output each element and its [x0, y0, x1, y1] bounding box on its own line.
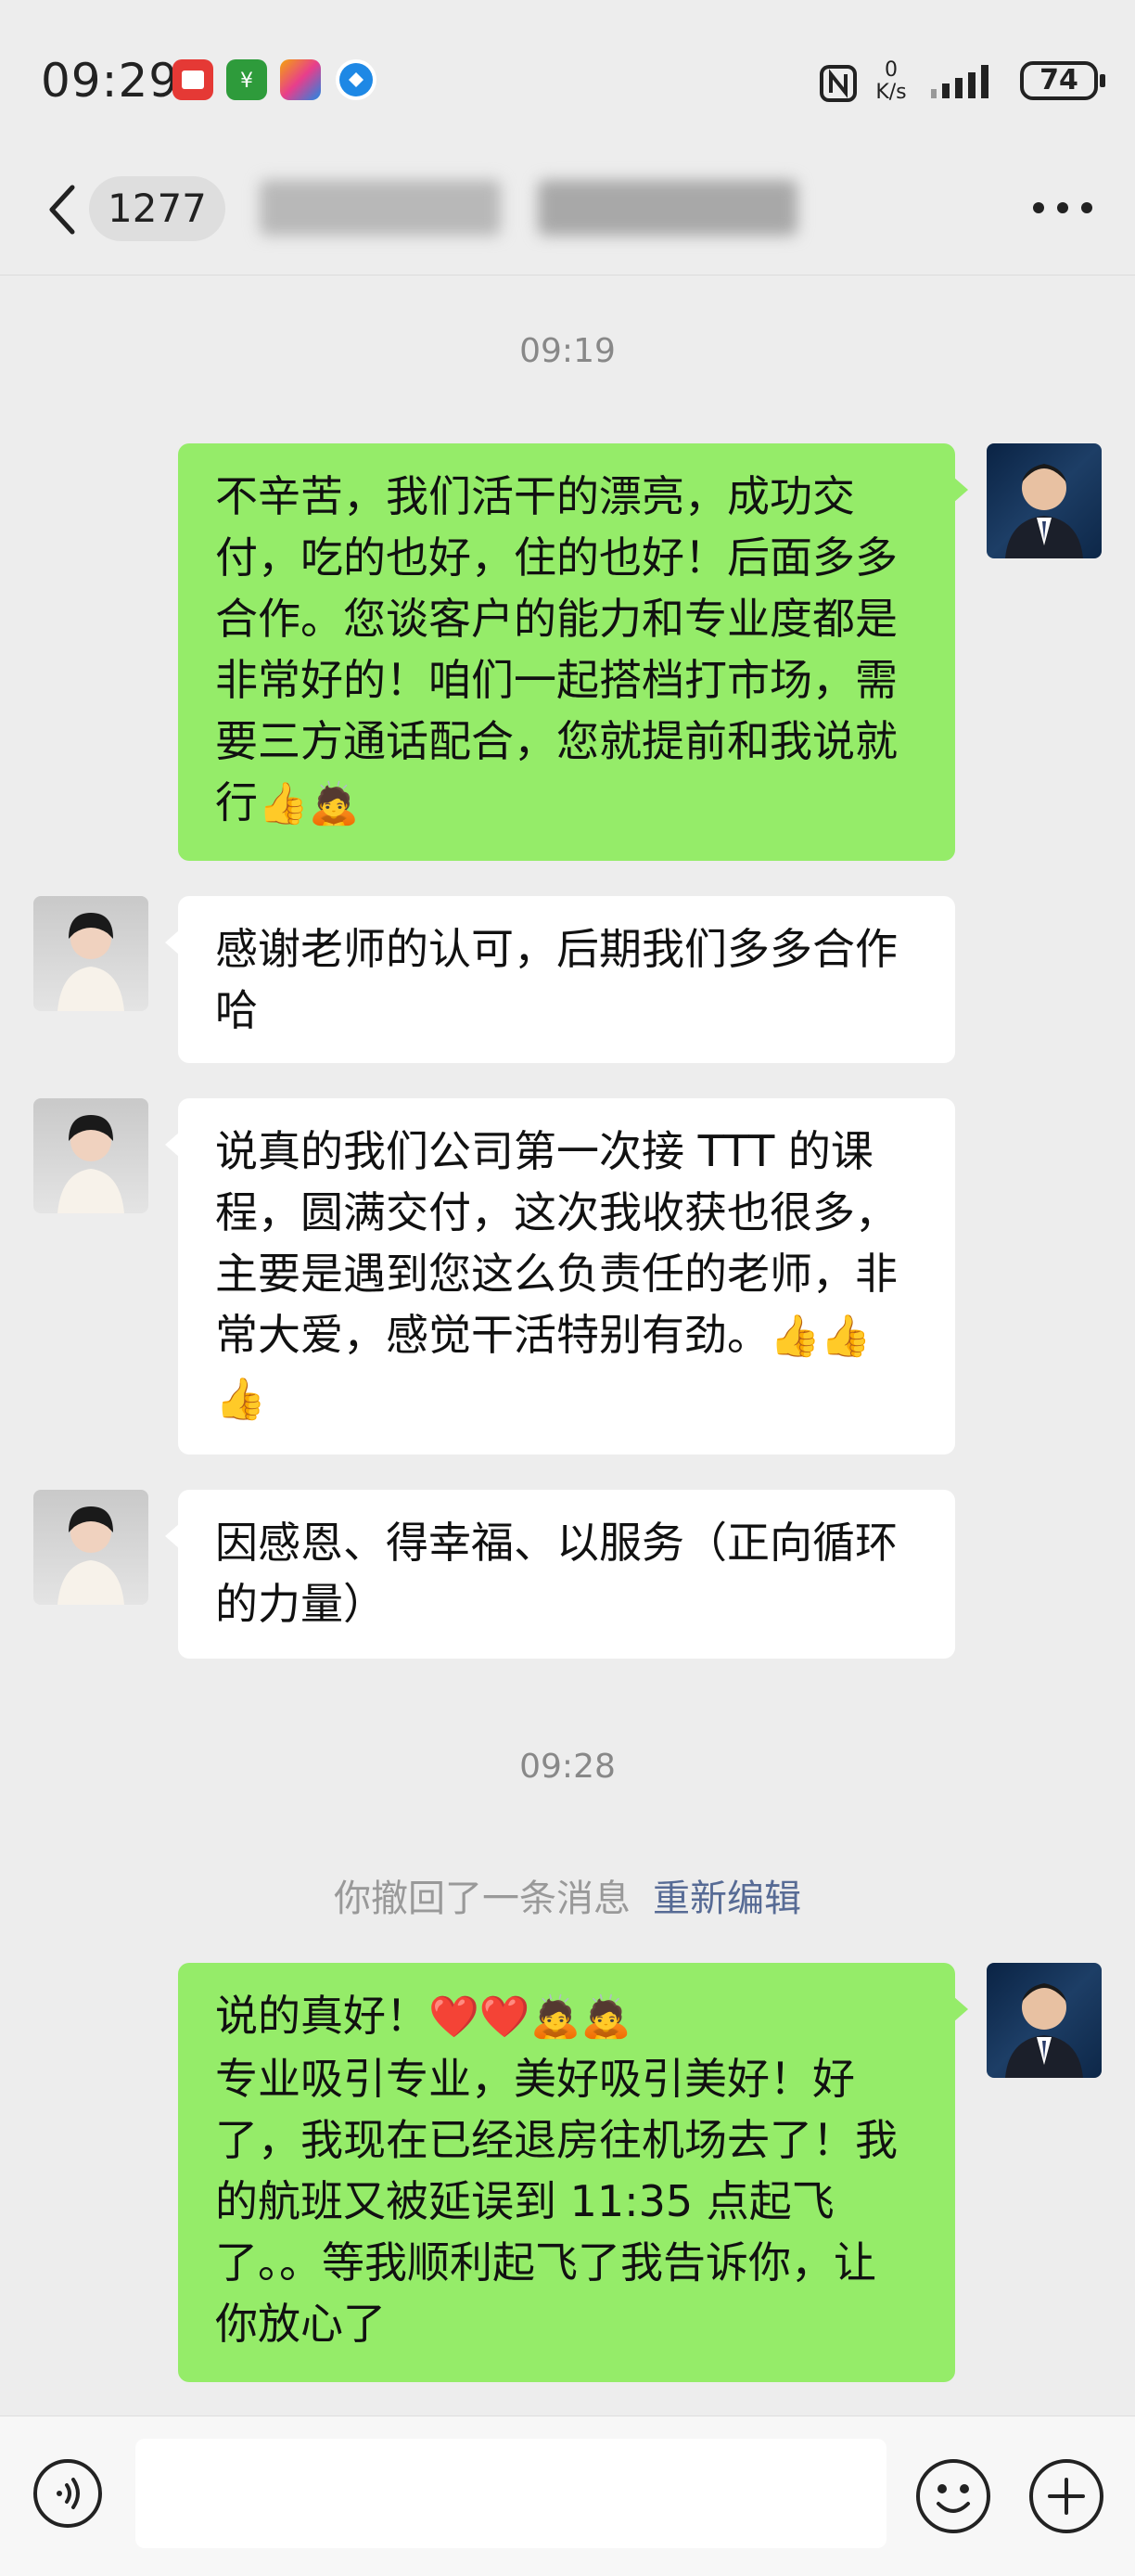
message-bubble-sent[interactable]: 说的真好！❤️❤️🙇🙇 专业吸引专业，美好吸引美好！好了，我现在已经退房往机场去… — [178, 1963, 968, 2382]
unread-count-badge[interactable]: 1277 — [89, 176, 225, 241]
plus-icon[interactable] — [1027, 2457, 1105, 2535]
my-avatar[interactable] — [987, 443, 1102, 558]
green-app-icon: ¥ — [226, 59, 267, 100]
status-indicators: 0 K/s 74 — [820, 58, 1105, 113]
message-bubble-sent[interactable]: 不辛苦，我们活干的漂亮，成功交付，吃的也好，住的也好！后面多多合作。您谈客户的能… — [178, 443, 968, 861]
message-text: 不辛苦，我们活干的漂亮，成功交付，吃的也好，住的也好！后面多多合作。您谈客户的能… — [215, 471, 898, 827]
blue-app-icon — [336, 59, 376, 100]
chat-header: 1277 — [0, 148, 1135, 276]
network-speed: 0 K/s — [868, 59, 914, 104]
message-input[interactable] — [135, 2439, 886, 2548]
battery-indicator: 74 — [1020, 61, 1105, 100]
contact-avatar[interactable] — [33, 1098, 148, 1213]
recall-text: 你撤回了一条消息 — [334, 1878, 631, 1920]
emoji-icon[interactable] — [914, 2457, 992, 2535]
message-text: 感谢老师的认可，后期我们多多合作哈 — [215, 924, 898, 1035]
message-text: 因感恩、得幸福、以服务（正向循环的力量） — [215, 1518, 898, 1629]
voice-input-icon[interactable] — [32, 2457, 104, 2530]
re-edit-link[interactable]: 重新编辑 — [653, 1878, 801, 1920]
status-time: 09:29 — [41, 54, 180, 108]
message-bubble-received[interactable]: 因感恩、得幸福、以服务（正向循环的力量） — [165, 1490, 955, 1659]
signal-icon — [929, 61, 1003, 106]
contact-avatar[interactable] — [33, 896, 148, 1011]
message-text-line1: 说的真好！ — [215, 1991, 428, 2041]
more-options-icon[interactable] — [1033, 202, 1092, 217]
message-emoji: 👍🙇 — [258, 780, 360, 827]
back-arrow-icon[interactable] — [45, 182, 82, 237]
message-timestamp: 09:19 — [519, 332, 616, 370]
contact-avatar[interactable] — [33, 1490, 148, 1605]
message-bubble-received[interactable]: 说真的我们公司第一次接 TTT 的课程，圆满交付，这次我收获也很多，主要是遇到您… — [165, 1098, 955, 1455]
recall-notice: 你撤回了一条消息 重新编辑 — [0, 1868, 1135, 1922]
svg-text:¥: ¥ — [240, 70, 253, 93]
red-app-icon — [172, 59, 213, 100]
nfc-icon — [818, 63, 859, 104]
message-emoji: ❤️❤️🙇🙇 — [428, 1993, 632, 2041]
message-text: 专业吸引专业，美好吸引美好！好了，我现在已经退房往机场去了！我的航班又被延误到 … — [215, 2054, 898, 2349]
colorful-app-icon — [280, 59, 321, 100]
chat-input-bar — [0, 2416, 1135, 2576]
speed-unit: K/s — [875, 81, 907, 104]
status-bar: 09:29 ¥ 0 K/s 74 — [0, 0, 1135, 148]
message-timestamp: 09:28 — [519, 1748, 616, 1786]
chat-title-blurred — [260, 169, 816, 249]
speed-value: 0 — [885, 58, 898, 82]
my-avatar[interactable] — [987, 1963, 1102, 2078]
message-bubble-received[interactable]: 感谢老师的认可，后期我们多多合作哈 — [165, 896, 955, 1063]
